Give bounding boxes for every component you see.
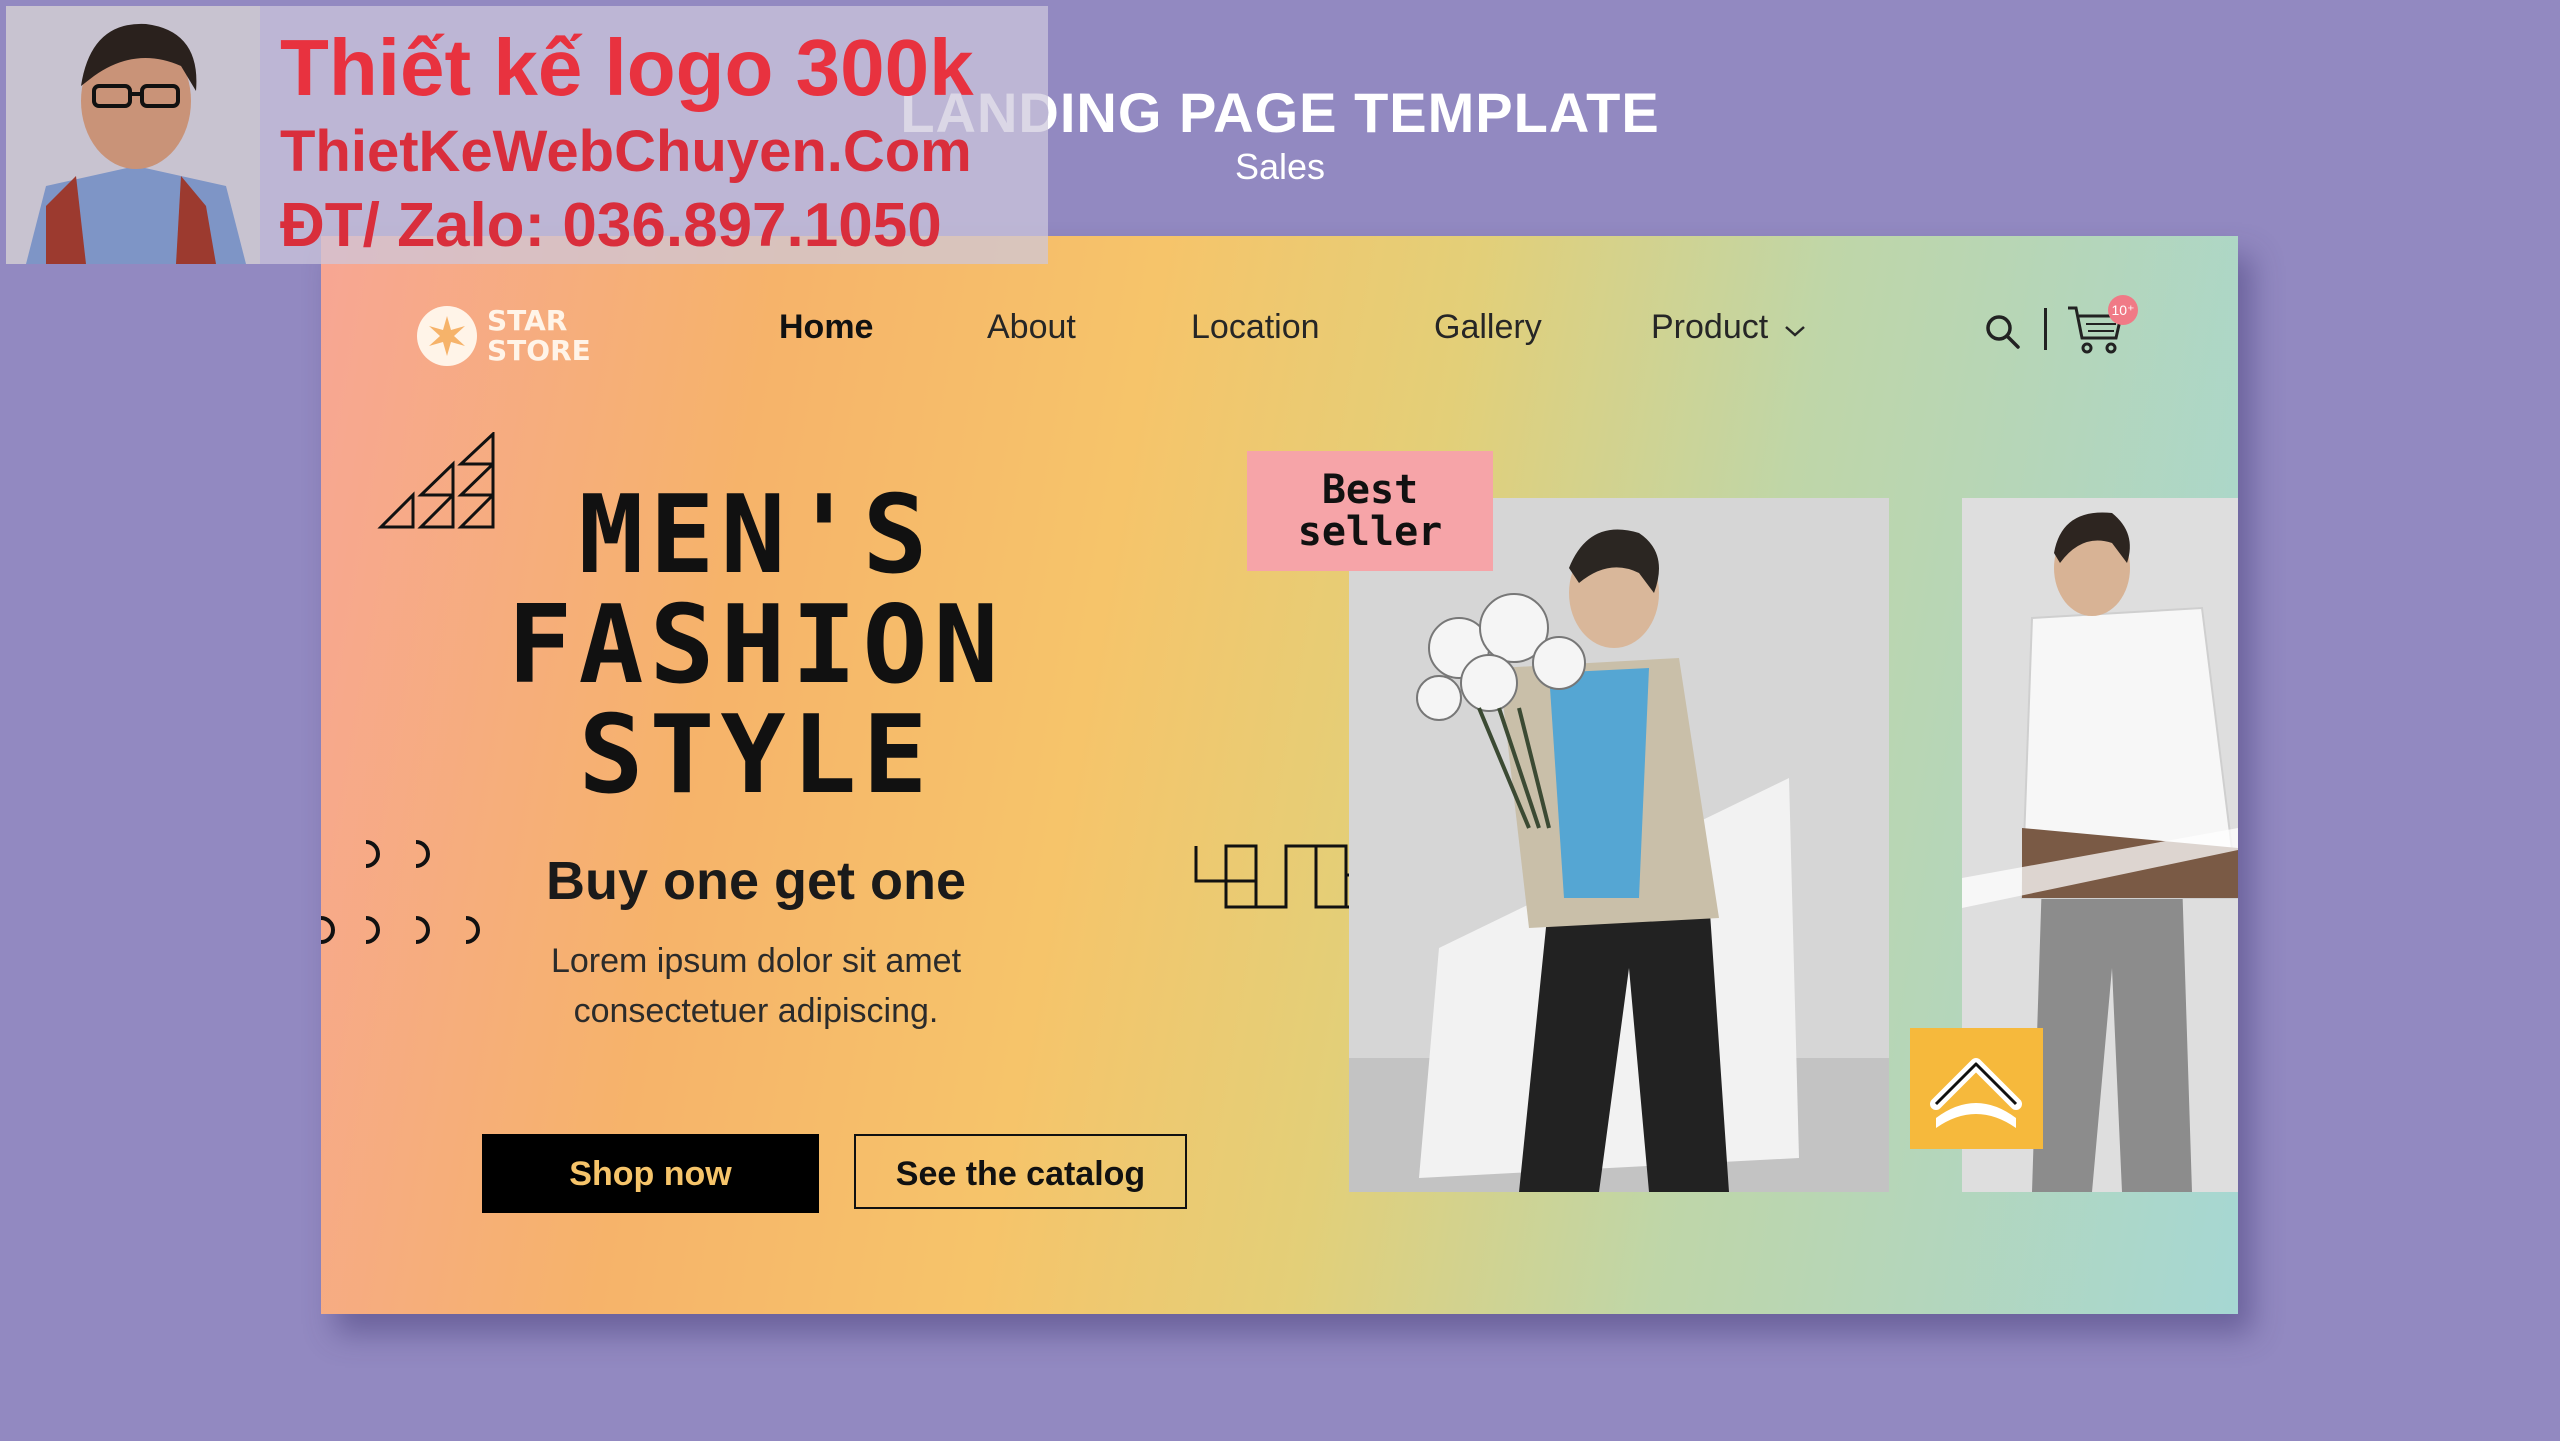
nav-home[interactable]: Home — [779, 308, 873, 347]
nav-about[interactable]: About — [987, 308, 1076, 347]
landing-page-mockup: STAR STORE Home About Location Gallery P… — [321, 236, 2238, 1314]
nav-gallery[interactable]: Gallery — [1434, 308, 1542, 347]
logo-wordmark[interactable]: STAR STORE — [487, 306, 591, 366]
see-catalog-button[interactable]: See the catalog — [854, 1134, 1187, 1209]
shop-now-button[interactable]: Shop now — [482, 1134, 819, 1213]
hero-description: Lorem ipsum dolor sit amet consectetuer … — [550, 942, 962, 1030]
nav-product[interactable]: Product — [1651, 308, 1806, 347]
hero-subtitle: Buy one get one — [545, 851, 967, 911]
best-seller-badge: Best seller — [1247, 451, 1493, 571]
nav-divider — [2044, 308, 2047, 350]
hero-title: MEN'S FASHION STYLE — [507, 473, 1005, 818]
chevron-up-icon — [1930, 1058, 2022, 1128]
watermark-line-2: ThietKeWebChuyen.Com — [280, 119, 972, 184]
scroll-to-top-button[interactable] — [1910, 1028, 2043, 1149]
watermark-line-1: Thiết kế logo 300k — [280, 23, 974, 112]
watermark-line-3: ĐT/ Zalo: 036.897.1050 — [280, 191, 942, 260]
nav-location[interactable]: Location — [1191, 308, 1320, 347]
search-icon[interactable] — [1985, 314, 2021, 350]
star-burst-icon[interactable] — [417, 306, 477, 366]
arcs-decoration — [321, 840, 480, 944]
watermark-avatar — [6, 6, 260, 264]
model-photo-flowers — [1349, 498, 1889, 1192]
cart-count-badge: 10⁺ — [2108, 295, 2138, 325]
chevron-down-icon — [1784, 326, 1805, 337]
